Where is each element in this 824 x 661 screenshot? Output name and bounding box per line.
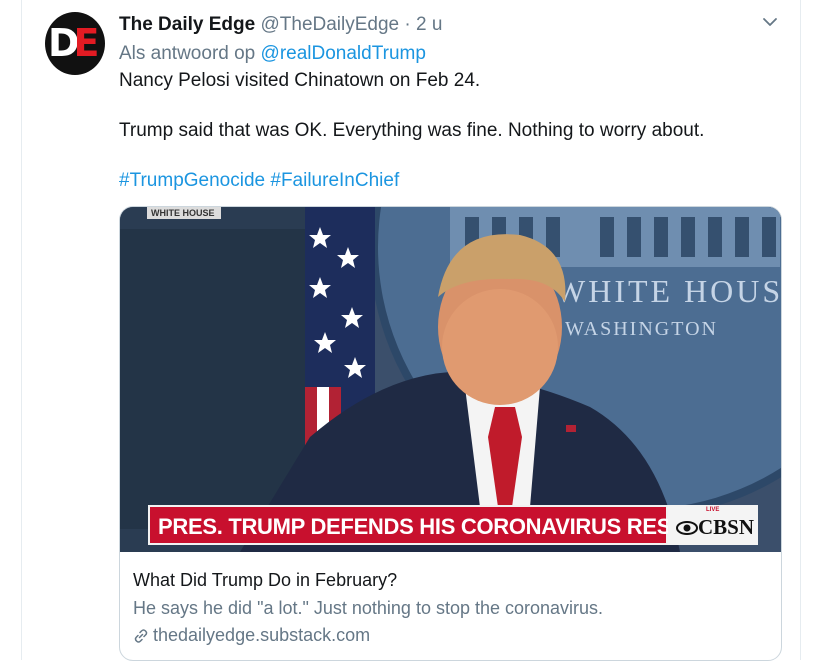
author-handle[interactable]: @TheDailyEdge: [260, 14, 399, 35]
tweet-hashtags: #TrumpGenocide #FailureInChief: [119, 169, 399, 193]
cbsn-logo-text: CBSN: [676, 515, 754, 540]
live-label: LIVE: [706, 507, 720, 513]
reply-prefix: Als antwoord op: [119, 43, 256, 64]
link-card[interactable]: WHITE HOUS WASHINGTON WHITE HOUSE PRES. …: [119, 206, 782, 661]
chevron-down-icon[interactable]: [762, 14, 778, 30]
card-title[interactable]: What Did Trump Do in February?: [133, 569, 397, 591]
lower-third-headline: PRES. TRUMP DEFENDS HIS CORONAVIRUS RESP…: [158, 514, 747, 539]
card-description: He says he did "a lot." Just nothing to …: [133, 598, 604, 618]
tweet-text-line-1: Nancy Pelosi visited Chinatown on Feb 24…: [119, 70, 481, 91]
reply-mention-link[interactable]: @realDonaldTrump: [261, 43, 426, 64]
column-border-left: [21, 0, 22, 660]
backdrop-text-washington: WASHINGTON: [565, 318, 718, 340]
tweet-timestamp[interactable]: 2 u: [416, 14, 442, 35]
card-media-image[interactable]: WHITE HOUS WASHINGTON WHITE HOUSE PRES. …: [120, 207, 781, 552]
backdrop-text-white-house: WHITE HOUS: [555, 273, 781, 309]
avatar-logo: DE: [48, 21, 100, 65]
press-briefing-image: WHITE HOUS WASHINGTON WHITE HOUSE: [120, 207, 781, 552]
reply-context: Als antwoord op @realDonaldTrump: [119, 42, 426, 66]
news-lower-third: PRES. TRUMP DEFENDS HIS CORONAVIRUS RESP…: [148, 505, 758, 545]
link-icon: [134, 629, 148, 643]
hashtag-link[interactable]: #FailureInChief: [270, 170, 399, 191]
column-border-right: [800, 0, 801, 660]
cbs-eye-icon: [676, 521, 698, 535]
tweet-header: The Daily Edge @TheDailyEdge · 2 u: [119, 13, 442, 37]
chyron-white-house: WHITE HOUSE: [151, 208, 215, 218]
separator-dot: ·: [404, 14, 411, 35]
author-name[interactable]: The Daily Edge: [119, 14, 255, 35]
tweet-text-line-2: Trump said that was OK. Everything was f…: [119, 120, 705, 141]
hashtag-link[interactable]: #TrumpGenocide: [119, 170, 265, 191]
cbsn-logo: LIVE CBSN: [668, 505, 758, 545]
lower-third-banner: PRES. TRUMP DEFENDS HIS CORONAVIRUS RESP…: [148, 505, 747, 545]
avatar[interactable]: DE: [45, 12, 105, 75]
card-domain[interactable]: thedailyedge.substack.com: [133, 624, 370, 646]
card-domain-text: thedailyedge.substack.com: [153, 625, 371, 645]
